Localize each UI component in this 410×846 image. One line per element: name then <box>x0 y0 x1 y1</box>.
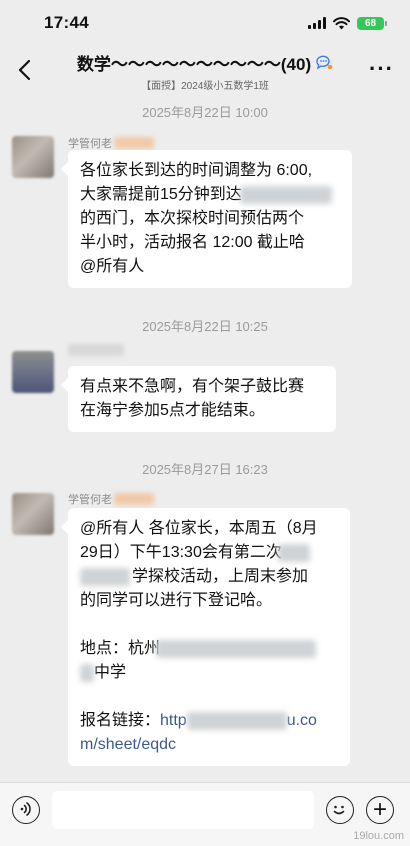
voice-icon <box>20 802 31 816</box>
input-bar: + 19lou.com <box>0 782 410 846</box>
message-line: 各位家长到达的时间调整为 6:00, <box>80 162 313 179</box>
plus-button[interactable]: + <box>366 796 394 824</box>
watermark: 19lou.com <box>353 830 404 842</box>
redacted-block <box>80 567 130 586</box>
redacted-block <box>114 493 154 505</box>
signup-link[interactable]: http u.co <box>160 711 317 730</box>
message-input[interactable] <box>52 791 314 829</box>
redacted-block <box>186 711 287 730</box>
message-line: 的同学可以进行下登记哈。 <box>80 592 273 609</box>
voice-input-button[interactable] <box>12 796 40 824</box>
chat-header[interactable]: 数学～～～～～～～～～～(40) 【面授】2024级小五数学1班 <box>60 50 350 92</box>
redacted-block <box>239 185 332 204</box>
message-line: @所有人 各位家长，本周五（8月 <box>80 520 318 537</box>
message-line: 半小时，活动报名 12:00 截止哈 <box>80 234 305 251</box>
message-timestamp: 2025年8月27日 16:23 <box>142 462 268 477</box>
status-icons: 68 <box>308 16 387 30</box>
avatar[interactable] <box>12 351 54 393</box>
signup-link-cont[interactable]: m/sheet/eqdc <box>80 736 176 753</box>
redacted-block <box>80 663 94 682</box>
message-line: 在海宁参加5点才能结束。 <box>80 402 265 419</box>
avatar[interactable] <box>12 136 54 178</box>
message-line: @所有人 <box>80 258 145 275</box>
sender-name: 学管何老 <box>68 491 154 507</box>
more-options-button[interactable]: ··· <box>369 58 394 80</box>
message-timestamp: 2025年8月22日 10:25 <box>142 319 268 334</box>
message-line: 学探校活动，上周末参加 <box>80 565 338 589</box>
back-button[interactable] <box>14 58 36 82</box>
chat-subtitle: 【面授】2024级小五数学1班 <box>141 81 269 92</box>
message-bubble[interactable]: 有点来不急啊，有个架子鼓比赛 在海宁参加5点才能结束。 <box>68 366 336 432</box>
message-line: 中学 <box>80 661 338 685</box>
emoji-icon <box>333 805 345 815</box>
plus-icon: + <box>372 796 387 823</box>
sender-name: 学管何老 <box>68 135 154 151</box>
group-chat-icon <box>316 55 333 70</box>
redacted-block <box>68 344 124 356</box>
sender-name <box>68 344 124 356</box>
chat-area[interactable]: 2025年8月22日 10:00 学管何老 各位家长到达的时间调整为 6:00,… <box>0 94 410 782</box>
emoji-button[interactable] <box>326 796 354 824</box>
avatar[interactable] <box>12 493 54 535</box>
redacted-block <box>277 543 310 562</box>
message-line: 29日）下午13:30会有第二次 <box>80 541 338 565</box>
message-timestamp: 2025年8月22日 10:00 <box>142 105 268 120</box>
message-line: 地点：杭州 <box>80 637 338 661</box>
message-line: 报名链接：http u.co <box>80 711 317 730</box>
battery-icon: 68 <box>357 16 387 30</box>
signal-icon <box>308 17 326 29</box>
redacted-block <box>156 639 317 658</box>
chat-title: 数学～～～～～～～～～～(40) <box>76 55 312 74</box>
message-line: 有点来不急啊，有个架子鼓比赛 <box>80 378 305 395</box>
message-bubble[interactable]: @所有人 各位家长，本周五（8月 29日）下午13:30会有第二次 学探校活动，… <box>68 508 350 766</box>
message-bubble[interactable]: 各位家长到达的时间调整为 6:00, 大家需提前15分钟到达 的西门，本次探校时… <box>68 150 352 288</box>
message-line: m/sheet/eqdc <box>80 733 338 757</box>
wifi-icon <box>333 16 350 29</box>
nav-bar: 数学～～～～～～～～～～(40) 【面授】2024级小五数学1班 ··· <box>0 46 410 94</box>
message-line: 的西门，本次探校时间预估两个 <box>80 210 305 227</box>
message-line: 大家需提前15分钟到达 <box>80 183 340 207</box>
redacted-block <box>114 137 154 149</box>
status-time: 17:44 <box>44 13 89 32</box>
status-bar: 17:44 68 <box>0 0 410 46</box>
